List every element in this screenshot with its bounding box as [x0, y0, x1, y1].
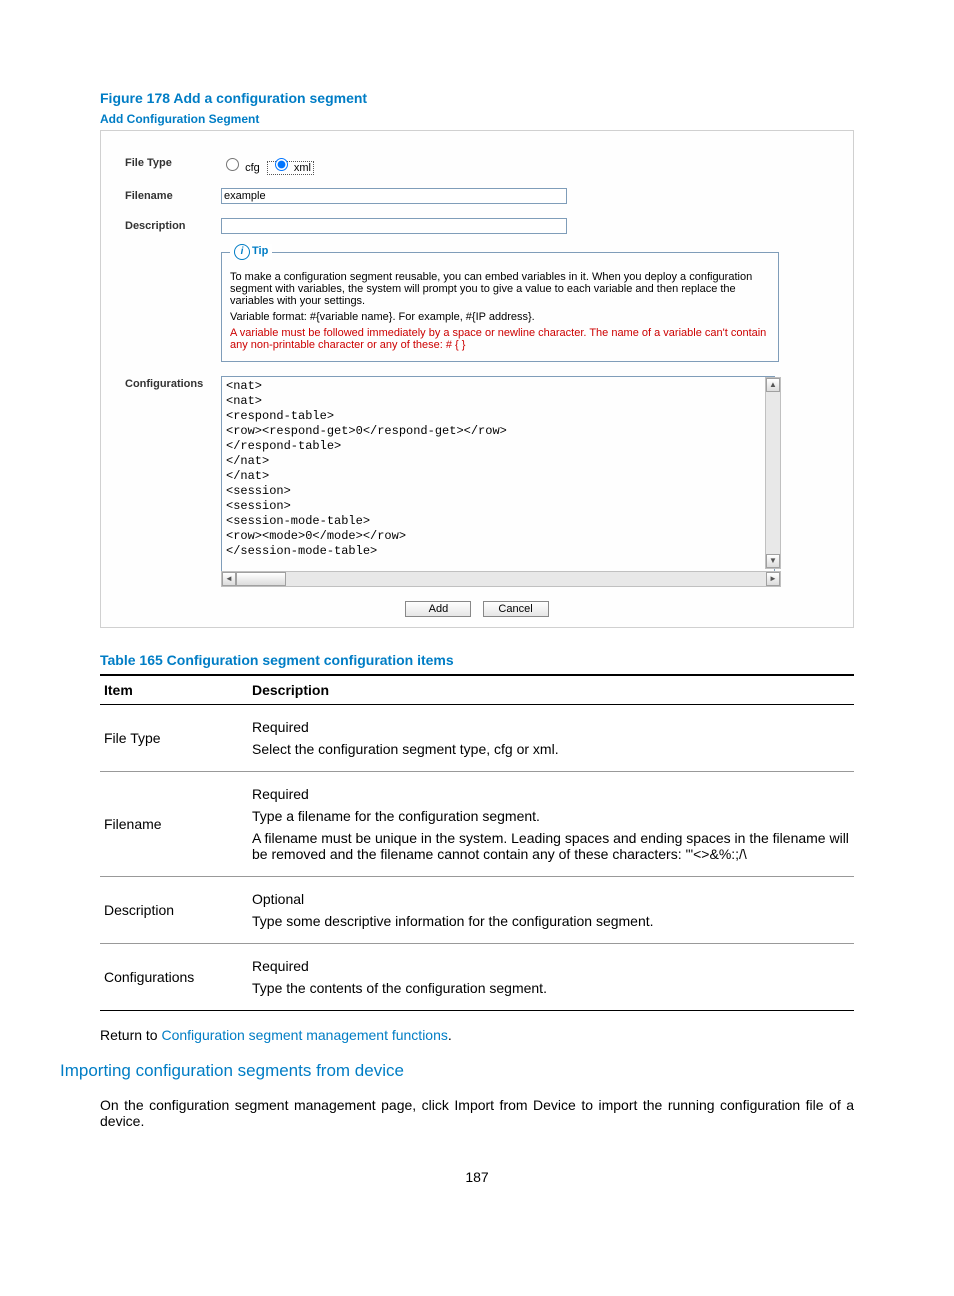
radio-cfg[interactable]: cfg: [221, 162, 260, 174]
label-description: Description: [111, 218, 221, 232]
add-button[interactable]: Add: [405, 601, 471, 617]
vertical-scrollbar[interactable]: ▲ ▼: [765, 377, 781, 569]
cell-desc-line: Type some descriptive information for th…: [252, 913, 850, 929]
th-item: Item: [100, 675, 248, 705]
tip-legend-text: Tip: [252, 245, 268, 257]
scroll-down-icon[interactable]: ▼: [766, 554, 780, 568]
scroll-up-icon[interactable]: ▲: [766, 378, 780, 392]
scroll-left-icon[interactable]: ◄: [222, 572, 236, 586]
cell-item: File Type: [100, 705, 248, 772]
cell-desc-line: Type the contents of the configuration s…: [252, 980, 850, 996]
table-row: Configurations Required Type the content…: [100, 944, 854, 1011]
body-text-a: On the configuration segment management …: [100, 1097, 454, 1113]
label-file-type: File Type: [111, 155, 221, 169]
scroll-right-icon[interactable]: ►: [766, 572, 780, 586]
info-icon: i: [234, 244, 250, 260]
radio-cfg-label: cfg: [245, 162, 260, 174]
figure-caption: Figure 178 Add a configuration segment: [100, 90, 854, 106]
tip-legend: iTip: [230, 244, 272, 260]
tip-p3: A variable must be followed immediately …: [230, 327, 770, 351]
table-row: Description Optional Type some descripti…: [100, 877, 854, 944]
config-panel: File Type cfg xml Filename Description: [100, 130, 854, 628]
cell-item: Configurations: [100, 944, 248, 1011]
cell-desc-line: Required: [252, 719, 850, 735]
tip-p1: To make a configuration segment reusable…: [230, 271, 770, 307]
cell-desc-line: Required: [252, 958, 850, 974]
table-row: Filename Required Type a filename for th…: [100, 772, 854, 877]
label-configurations: Configurations: [111, 376, 221, 390]
th-description: Description: [248, 675, 854, 705]
configurations-textarea[interactable]: <nat> <nat> <respond-table> <row><respon…: [221, 376, 775, 572]
tip-p2: Variable format: #{variable name}. For e…: [230, 311, 770, 323]
radio-xml[interactable]: xml: [267, 161, 314, 175]
cell-desc-line: Select the configuration segment type, c…: [252, 741, 850, 757]
cell-item: Description: [100, 877, 248, 944]
tip-box: iTip To make a configuration segment reu…: [221, 252, 779, 362]
cancel-button[interactable]: Cancel: [483, 601, 549, 617]
config-items-table: Item Description File Type Required Sele…: [100, 674, 854, 1011]
cell-desc-line: Optional: [252, 891, 850, 907]
table-caption: Table 165 Configuration segment configur…: [100, 652, 854, 668]
filename-input[interactable]: [221, 188, 567, 204]
table-row: File Type Required Select the configurat…: [100, 705, 854, 772]
section-body: On the configuration segment management …: [100, 1097, 854, 1129]
cell-desc-line: Type a filename for the configuration se…: [252, 808, 850, 824]
cell-item: Filename: [100, 772, 248, 877]
return-suffix: .: [448, 1027, 452, 1043]
page-number: 187: [100, 1169, 854, 1185]
scroll-thumb[interactable]: [236, 572, 286, 586]
cell-desc-line: A filename must be unique in the system.…: [252, 830, 850, 862]
return-link[interactable]: Configuration segment management functio…: [161, 1027, 447, 1043]
return-line: Return to Configuration segment manageme…: [100, 1027, 854, 1043]
radio-xml-label: xml: [294, 162, 311, 174]
description-input[interactable]: [221, 218, 567, 234]
label-filename: Filename: [111, 188, 221, 202]
cell-desc-line: Required: [252, 786, 850, 802]
body-text-bold: Import from Device: [454, 1097, 575, 1113]
section-heading: Importing configuration segments from de…: [60, 1061, 854, 1081]
return-prefix: Return to: [100, 1027, 161, 1043]
horizontal-scrollbar[interactable]: ◄ ►: [221, 571, 781, 587]
panel-title: Add Configuration Segment: [100, 112, 854, 126]
